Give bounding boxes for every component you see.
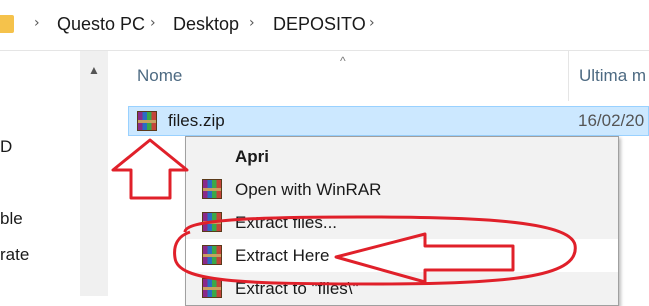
nav-scrollbar[interactable] bbox=[80, 51, 108, 296]
chevron-right-icon[interactable]: › bbox=[150, 15, 156, 31]
nav-item[interactable]: rate bbox=[0, 245, 29, 265]
menu-item-label: Extract files... bbox=[235, 213, 338, 232]
breadcrumb-item-desktop[interactable]: Desktop bbox=[173, 14, 239, 35]
file-name[interactable]: files.zip bbox=[168, 111, 225, 131]
file-date: 16/02/20 bbox=[578, 111, 645, 130]
menu-item-label: Extract Here bbox=[235, 246, 330, 265]
nav-item[interactable]: D bbox=[0, 137, 12, 157]
menu-item-open-with-winrar[interactable]: Open with WinRAR bbox=[186, 173, 618, 206]
menu-item-extract-to-folder[interactable]: Extract to "files\" bbox=[186, 272, 618, 305]
menu-item-label: Open with WinRAR bbox=[235, 180, 382, 199]
chevron-right-icon[interactable]: › bbox=[249, 15, 255, 31]
breadcrumb-item-questo-pc[interactable]: Questo PC bbox=[57, 14, 145, 35]
column-header-modified-label: Ultima m bbox=[579, 66, 647, 85]
winrar-icon bbox=[202, 179, 222, 199]
menu-item-open[interactable]: Apri bbox=[186, 140, 618, 173]
winrar-archive-icon bbox=[137, 111, 157, 131]
menu-item-label: Extract to "files\" bbox=[235, 279, 359, 298]
menu-item-extract-files[interactable]: Extract files... bbox=[186, 206, 618, 239]
folder-icon bbox=[0, 15, 14, 33]
chevron-right-icon[interactable]: › bbox=[34, 15, 40, 31]
column-header-modified[interactable]: Ultima m bbox=[579, 51, 649, 101]
menu-item-label: Apri bbox=[235, 147, 269, 166]
winrar-icon bbox=[202, 212, 222, 232]
scroll-up-icon[interactable]: ▲ bbox=[80, 58, 108, 82]
nav-item[interactable]: ble bbox=[0, 209, 23, 229]
address-bar[interactable]: › Questo PC › Desktop › DEPOSITO › bbox=[0, 0, 649, 51]
menu-item-extract-here[interactable]: Extract Here bbox=[186, 239, 618, 272]
sort-up-icon: ^ bbox=[340, 54, 346, 68]
breadcrumb-item-deposito[interactable]: DEPOSITO bbox=[273, 14, 366, 35]
winrar-icon bbox=[202, 245, 222, 265]
column-header-name[interactable]: Nome bbox=[137, 51, 557, 101]
winrar-icon bbox=[202, 278, 222, 298]
column-header-name-label: Nome bbox=[137, 66, 183, 85]
chevron-right-icon[interactable]: › bbox=[369, 15, 375, 31]
annotation-up-arrow bbox=[111, 138, 189, 200]
column-divider[interactable] bbox=[568, 51, 569, 101]
